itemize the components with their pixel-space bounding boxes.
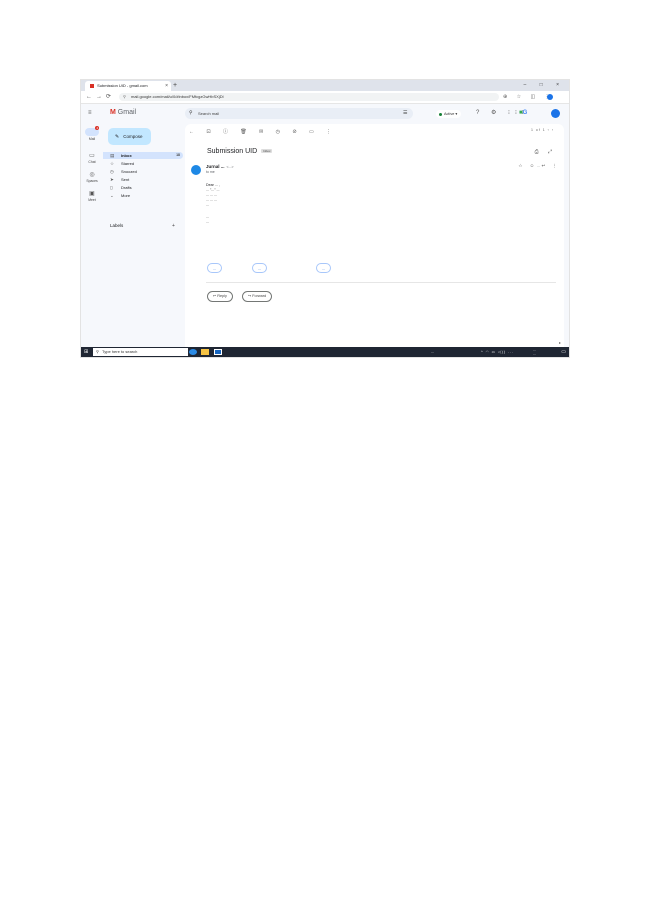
url-text: mail.google.com/mail/u/0/#inbox/FMfcgzGw… — [131, 94, 224, 99]
rail-spaces[interactable]: ◎ Spaces — [81, 172, 103, 183]
forward-button[interactable]: ↪ Forward — [242, 291, 273, 302]
forward-icon[interactable]: → — [96, 91, 102, 103]
nav-more[interactable]: ⌄ More — [103, 192, 183, 199]
pagination[interactable]: 1 of 1 ‹ › — [531, 128, 554, 132]
spaces-icon: ◎ — [89, 172, 95, 178]
body-line: ... — [206, 203, 209, 207]
os-taskbar: ⊞ ⚲ Type here to search ... ^ ◠ ▭ ◁)) ..… — [81, 347, 569, 357]
status-selector[interactable]: Active ▾ — [436, 110, 462, 118]
gmail-app: ≡ M Gmail 4 Mail ▭ Chat ◎ Spaces ▣ Meet … — [81, 104, 569, 347]
pencil-icon: ✎ — [115, 134, 120, 140]
screenshot-frame: Submission UID - gmail.com × + – □ × ← →… — [81, 80, 569, 357]
gmail-logo[interactable]: M Gmail — [110, 107, 136, 119]
new-tab-button[interactable]: + — [173, 80, 177, 91]
inbox-count: 18 — [176, 153, 180, 157]
reply-button[interactable]: ↩ Reply — [207, 291, 233, 302]
clock-icon: ◷ — [110, 169, 114, 174]
file-explorer-icon[interactable] — [201, 348, 210, 355]
draft-icon: ▯ — [110, 185, 113, 190]
address-row: ← → ⟳ ⚲ mail.google.com/mail/u/0/#inbox/… — [81, 91, 569, 104]
taskbar-apps — [189, 348, 225, 356]
edge-icon[interactable] — [189, 348, 197, 355]
nav-snoozed[interactable]: ◷ Snoozed — [103, 168, 183, 175]
browser-tab[interactable]: Submission UID - gmail.com × — [85, 81, 171, 91]
rail-chat[interactable]: ▭ Chat — [81, 153, 103, 164]
clock-date: ... — [533, 352, 536, 356]
meet-icon: ▣ — [89, 191, 95, 197]
active-status-icon — [439, 112, 442, 116]
message-action-icons[interactable]: ☆ ☺ ↩ ⋮ — [518, 163, 560, 169]
search-icon[interactable]: ⚲ — [189, 108, 193, 119]
inbox-icon: ▤ — [110, 153, 115, 158]
browser-actions[interactable]: ⊕ ☆ ◫ ⋮ — [503, 91, 554, 103]
gmail-favicon-icon — [90, 83, 94, 88]
weather-widget[interactable]: ... — [431, 347, 434, 357]
url-bar[interactable]: ⚲ mail.google.com/mail/u/0/#inbox/FMfcgz… — [119, 93, 499, 101]
window-controls[interactable]: – □ × — [524, 80, 566, 91]
sender-email: <...> — [226, 165, 234, 169]
nav-starred[interactable]: ☆ Starred — [103, 160, 183, 167]
mail-nav: ▤ Inbox 18 ☆ Starred ◷ Snoozed ➤ Sent ▯ … — [103, 152, 183, 200]
account-avatar[interactable] — [551, 109, 560, 118]
browser-profile-icon[interactable] — [547, 94, 553, 100]
windows-start-icon[interactable]: ⊞ — [84, 349, 88, 355]
site-info-icon[interactable]: ⚲ — [123, 93, 126, 101]
message-toolbar[interactable]: ← ⊡ ⓘ 🗑 ✉ ◷ ⊘ ▭ ⋮ — [189, 128, 337, 135]
organization-logo: ■G — [519, 110, 528, 116]
notification-icon[interactable]: ▭ — [561, 349, 566, 355]
rail-mail[interactable]: 4 Mail — [81, 126, 103, 141]
mail-icon: 4 — [85, 126, 99, 136]
app-rail: 4 Mail ▭ Chat ◎ Spaces ▣ Meet — [81, 104, 103, 347]
signature-line: ... — [206, 220, 209, 224]
print-expand-icons[interactable]: ⎙ ⤢ — [535, 149, 556, 155]
search-icon: ⚲ — [96, 349, 99, 354]
rail-meet[interactable]: ▣ Meet — [81, 191, 103, 202]
tab-title: Submission UID - gmail.com — [97, 83, 148, 88]
star-icon: ☆ — [110, 161, 115, 166]
search-options-icon[interactable]: ☰ — [403, 108, 407, 119]
taskbar-clock[interactable]: ... ... — [533, 348, 536, 356]
inbox-label-chip[interactable]: Inbox — [261, 149, 273, 154]
unread-badge: 4 — [95, 126, 99, 130]
chevron-down-icon: ⌄ — [110, 193, 114, 198]
compose-button[interactable]: ✎ Compose — [108, 128, 151, 145]
divider — [206, 282, 556, 283]
system-tray-icons[interactable]: ^ ◠ ▭ ◁)) ... — [481, 347, 514, 357]
chrome-app-icon[interactable] — [213, 348, 222, 355]
back-icon[interactable]: ← — [86, 91, 92, 103]
smart-reply-chip[interactable]: ... — [207, 263, 222, 273]
browser-tab-strip: Submission UID - gmail.com × + – □ × — [81, 80, 569, 91]
nav-drafts[interactable]: ▯ Drafts — [103, 184, 183, 191]
nav-inbox[interactable]: ▤ Inbox 18 — [103, 152, 183, 159]
reload-icon[interactable]: ⟳ — [106, 91, 111, 103]
sender-avatar — [191, 165, 201, 175]
smart-reply-chip[interactable]: ... — [252, 263, 267, 273]
taskbar-search-input[interactable]: ⚲ Type here to search — [93, 348, 188, 356]
search-input[interactable]: ⚲ Search mail — [185, 108, 413, 119]
send-icon: ➤ — [110, 177, 114, 182]
message-subject: Submission UID Inbox — [207, 148, 273, 155]
tab-close-icon[interactable]: × — [165, 81, 168, 91]
nav-sent[interactable]: ➤ Sent — [103, 176, 183, 183]
smart-reply-chip[interactable]: ... — [316, 263, 331, 273]
recipient-line[interactable]: to me — [206, 170, 215, 174]
scroll-arrow-icon[interactable]: ▸ — [559, 340, 561, 345]
sender-name: Jurnal ... <...> — [206, 164, 234, 169]
labels-heading: Labels — [110, 223, 124, 228]
gmail-m-icon: M — [110, 109, 116, 116]
chat-icon: ▭ — [89, 153, 95, 159]
add-label-icon[interactable]: + — [172, 223, 175, 229]
message-panel: ← ⊡ ⓘ 🗑 ✉ ◷ ⊘ ▭ ⋮ 1 of 1 ‹ › Submission … — [185, 124, 564, 347]
